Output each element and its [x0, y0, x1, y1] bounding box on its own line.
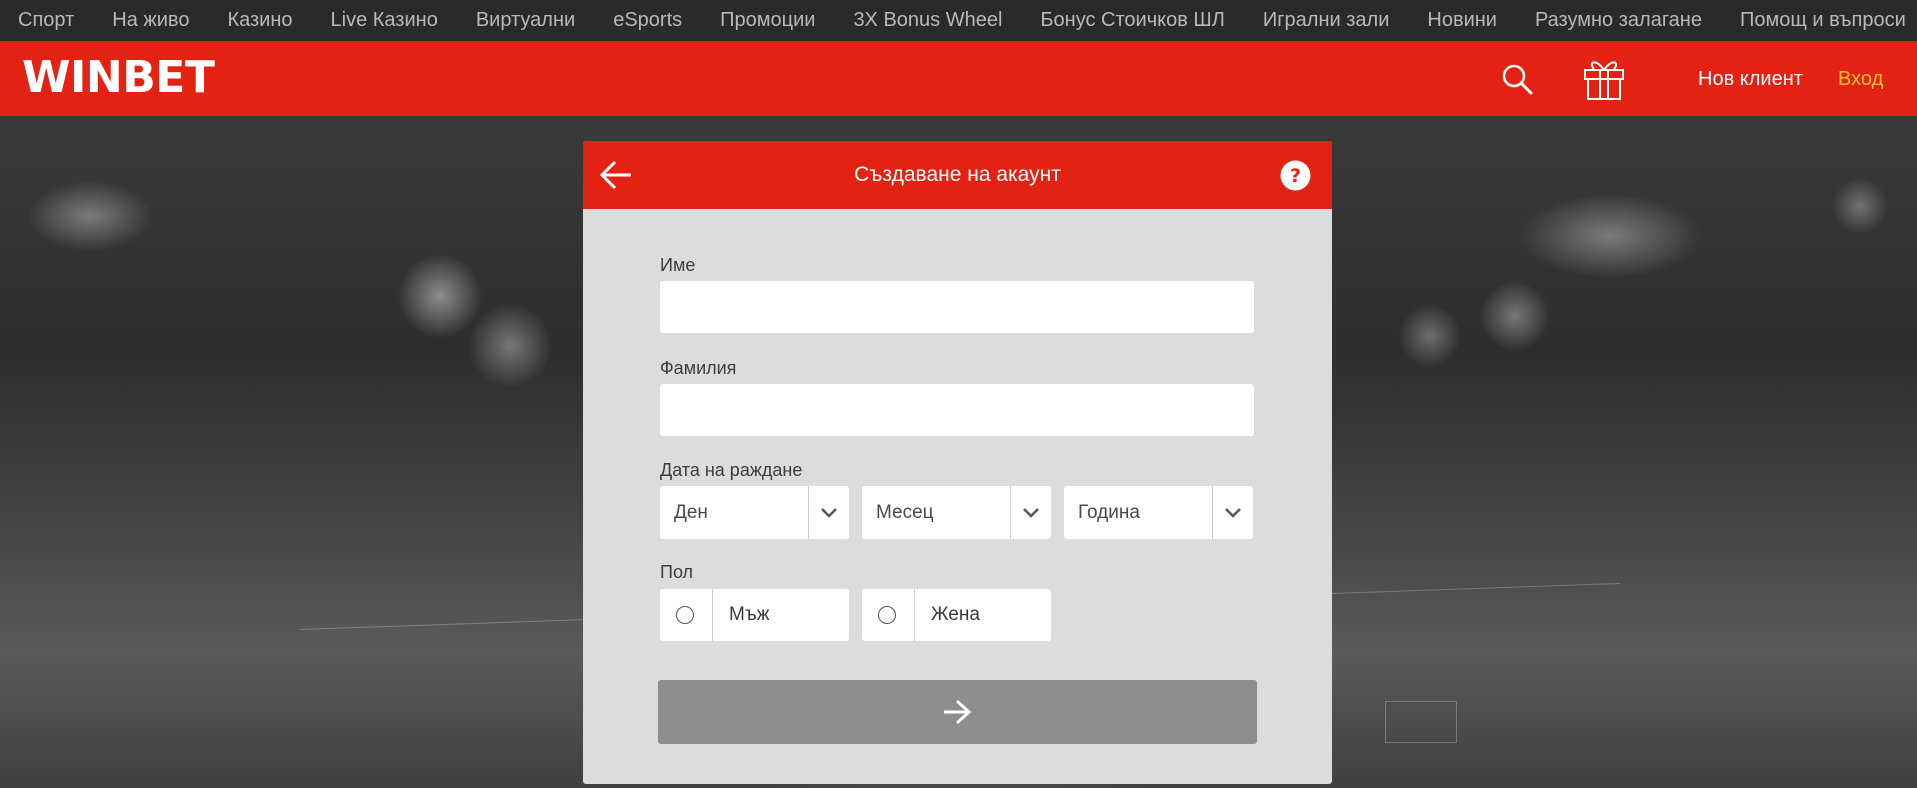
- gift-button[interactable]: [1582, 56, 1626, 102]
- chevron-down-icon: [1225, 508, 1241, 518]
- nav-item-esports[interactable]: eSports: [594, 9, 701, 32]
- login-link[interactable]: Вход: [1838, 68, 1883, 91]
- back-button[interactable]: [599, 159, 633, 191]
- nav-item-live[interactable]: На живо: [93, 9, 208, 32]
- search-button[interactable]: [1500, 62, 1534, 96]
- nav-item-news[interactable]: Новини: [1408, 9, 1516, 32]
- radio-button[interactable]: [676, 606, 694, 624]
- first-name-input[interactable]: [660, 281, 1254, 333]
- month-select-value: Месец: [876, 502, 934, 523]
- nav-item-live-casino[interactable]: Live Казино: [312, 9, 457, 32]
- select-divider: [1212, 486, 1213, 539]
- radio-divider: [914, 589, 915, 641]
- last-name-input[interactable]: [660, 384, 1254, 436]
- last-name-label: Фамилия: [660, 358, 737, 378]
- gender-female-option[interactable]: Жена: [862, 589, 1051, 641]
- top-navigation: Спорт На живо Казино Live Казино Виртуал…: [0, 0, 1917, 41]
- modal-title: Създаване на акаунт: [854, 163, 1061, 186]
- help-icon: ?: [1280, 160, 1311, 191]
- nav-item-gaming-halls[interactable]: Игрални зали: [1244, 9, 1409, 32]
- year-select-value: Година: [1078, 502, 1140, 523]
- select-divider: [808, 486, 809, 539]
- nav-item-help[interactable]: Помощ и въпроси: [1721, 9, 1917, 32]
- nav-item-bonus-wheel[interactable]: 3X Bonus Wheel: [834, 9, 1021, 32]
- nav-item-promotions[interactable]: Промоции: [701, 9, 834, 32]
- chevron-down-icon: [1023, 508, 1039, 518]
- gender-label: Пол: [660, 562, 694, 582]
- nav-item-sport[interactable]: Спорт: [0, 9, 93, 32]
- arrow-left-icon: [599, 160, 631, 190]
- help-button[interactable]: ?: [1280, 160, 1311, 191]
- nav-item-responsible-gaming[interactable]: Разумно залагане: [1516, 9, 1721, 32]
- year-select[interactable]: Година: [1064, 486, 1253, 539]
- nav-item-bonus-stoichkov[interactable]: Бонус Стоичков ШЛ: [1021, 9, 1243, 32]
- gender-male-option[interactable]: Мъж: [660, 589, 849, 641]
- gender-female-label: Жена: [931, 604, 980, 625]
- day-select-value: Ден: [674, 502, 708, 523]
- nav-item-casino[interactable]: Казино: [208, 9, 311, 32]
- goal-frame: [1385, 701, 1457, 743]
- radio-divider: [712, 589, 713, 641]
- header-bar: [0, 41, 1917, 116]
- new-client-link[interactable]: Нов клиент: [1698, 68, 1803, 91]
- nav-item-virtual[interactable]: Виртуални: [457, 9, 594, 32]
- create-account-modal: Създаване на акаунт ? Име Фамилия Дата н…: [583, 141, 1332, 784]
- select-divider: [1010, 486, 1011, 539]
- month-select[interactable]: Месец: [862, 486, 1051, 539]
- gift-icon: [1584, 61, 1624, 100]
- winbet-logo[interactable]: WINBET: [22, 54, 215, 102]
- radio-button[interactable]: [878, 606, 896, 624]
- day-select[interactable]: Ден: [660, 486, 849, 539]
- gender-male-label: Мъж: [729, 604, 770, 625]
- svg-text:?: ?: [1290, 165, 1301, 187]
- first-name-label: Име: [660, 255, 696, 275]
- continue-button[interactable]: [658, 680, 1257, 744]
- search-icon: [1502, 64, 1533, 95]
- chevron-down-icon: [821, 508, 837, 518]
- arrow-right-icon: [944, 699, 972, 725]
- dob-label: Дата на раждане: [660, 460, 803, 480]
